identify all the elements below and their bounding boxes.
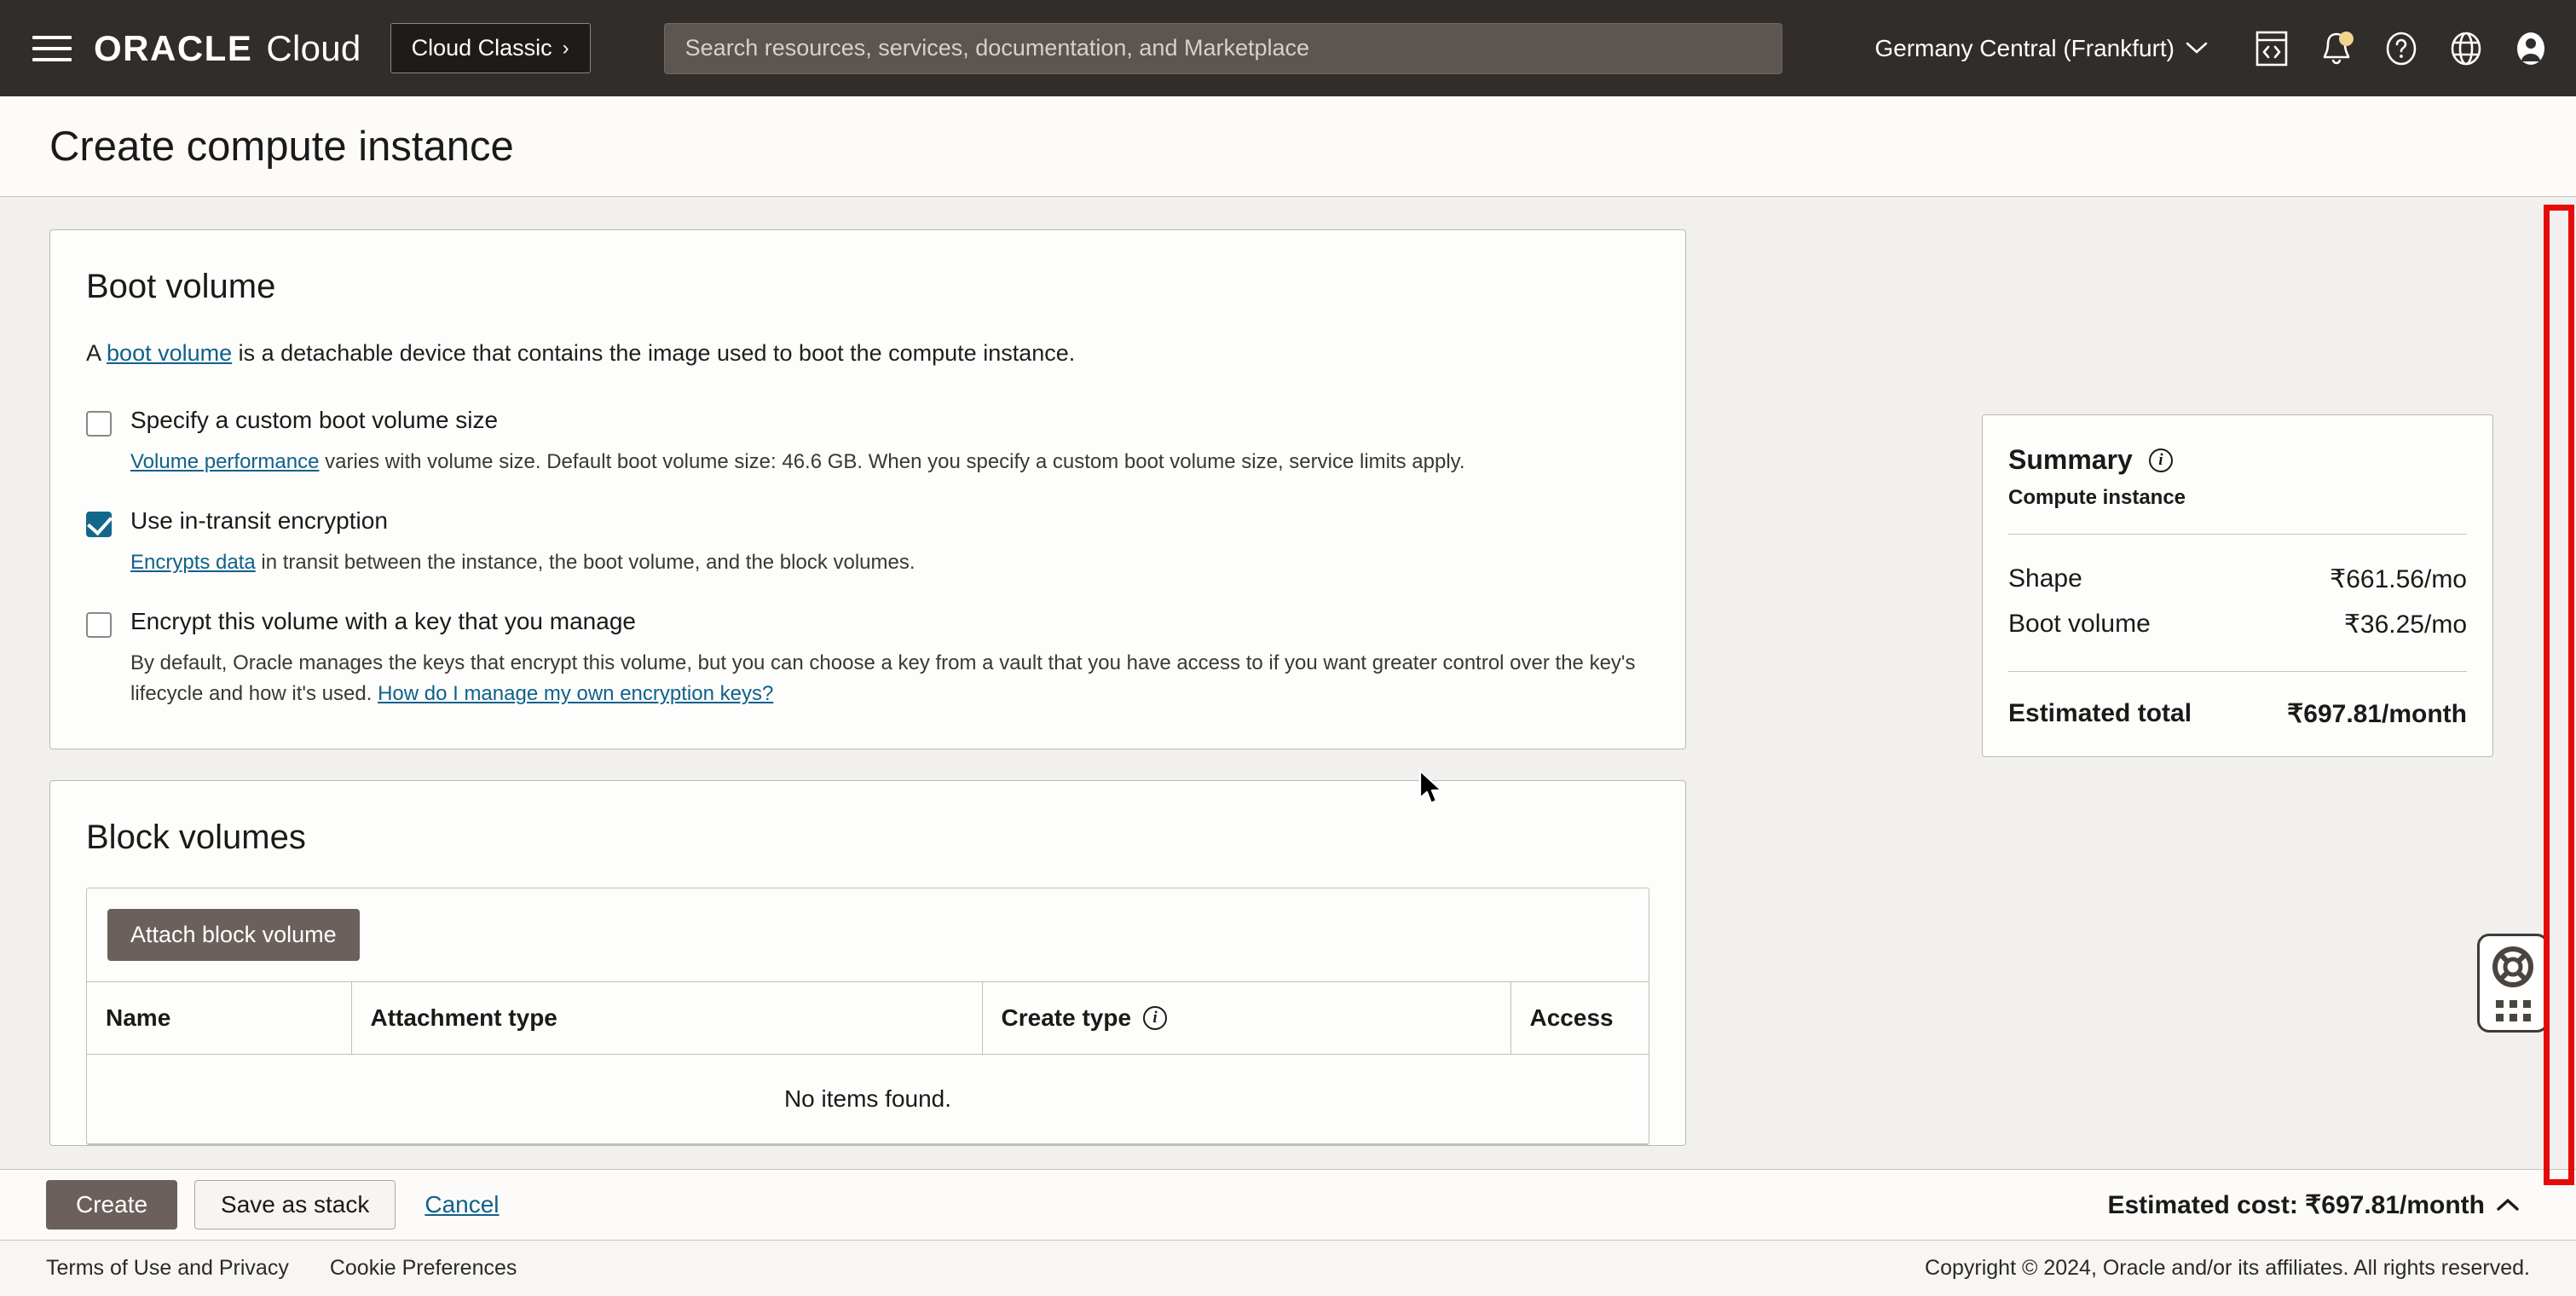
attach-block-volume-button[interactable]: Attach block volume (107, 909, 360, 961)
summary-estimated-total: Estimated total ₹697.81/month (2008, 694, 2467, 731)
customer-managed-key-help-text: By default, Oracle manages the keys that… (130, 651, 1636, 705)
encrypts-data-link[interactable]: Encrypts data (130, 551, 256, 574)
column-header-name-label: Name (106, 1004, 170, 1031)
summary-divider-bottom (2008, 671, 2467, 672)
summary-row-boot-volume: Boot volume ₹36.25/mo (2008, 602, 2467, 647)
column-header-attachment-type: Attachment type (351, 982, 982, 1055)
block-volumes-heading: Block volumes (86, 819, 1649, 857)
copyright-text: Copyright © 2024, Oracle and/or its affi… (1925, 1256, 2530, 1281)
summary-subtitle: Compute instance (2008, 486, 2467, 510)
volume-performance-link[interactable]: Volume performance (130, 450, 319, 473)
in-transit-encryption-checkbox[interactable] (86, 512, 112, 537)
cookie-preferences-link[interactable]: Cookie Preferences (330, 1256, 517, 1281)
column-header-create-type: Create type i (982, 982, 1510, 1055)
estimated-cost-label: Estimated cost: ₹697.81/month (2107, 1190, 2485, 1220)
estimated-cost-toggle[interactable]: Estimated cost: ₹697.81/month (2107, 1190, 2530, 1220)
custom-boot-volume-size-label: Specify a custom boot volume size (130, 408, 498, 434)
in-transit-encryption-row[interactable]: Use in-transit encryption (86, 508, 1649, 537)
customer-managed-key-checkbox[interactable] (86, 612, 112, 638)
header-actions: Germany Central (Frankfurt) (1845, 29, 2550, 68)
summary-row-shape-value: ₹661.56/mo (2330, 564, 2467, 594)
block-volumes-table: Name Attachment type Create type i (87, 981, 1649, 1144)
encrypts-data-help-text: in transit between the instance, the boo… (256, 551, 915, 574)
column-header-attachment-type-label: Attachment type (371, 1004, 557, 1031)
column-header-name: Name (87, 982, 351, 1055)
boot-volume-link[interactable]: boot volume (107, 340, 232, 366)
terms-of-use-link[interactable]: Terms of Use and Privacy (46, 1256, 289, 1281)
lifebuoy-icon (2492, 946, 2534, 992)
form-column: Boot volume A boot volume is a detachabl… (49, 229, 1686, 1146)
lede-suffix: is a detachable device that contains the… (232, 340, 1075, 366)
custom-boot-volume-size-checkbox[interactable] (86, 411, 112, 437)
hamburger-menu-icon[interactable] (32, 31, 72, 67)
summary-total-label: Estimated total (2008, 699, 2192, 729)
page-title-bar: Create compute instance (0, 96, 2576, 197)
summary-panel: Summary i Compute instance Shape ₹661.56… (1982, 414, 2493, 757)
summary-divider-top (2008, 534, 2467, 535)
in-transit-encryption-label: Use in-transit encryption (130, 508, 388, 535)
help-question-icon[interactable] (2382, 29, 2421, 68)
boot-volume-description: A boot volume is a detachable device tha… (86, 337, 1649, 370)
column-header-create-type-label: Create type (1002, 1004, 1132, 1032)
column-header-access: Access (1510, 982, 1649, 1055)
page-footer: Terms of Use and Privacy Cookie Preferen… (0, 1241, 2576, 1296)
table-header-row: Name Attachment type Create type i (87, 982, 1649, 1055)
boot-volume-card: Boot volume A boot volume is a detachabl… (49, 229, 1686, 749)
search-input[interactable] (664, 23, 1782, 74)
region-selector[interactable]: Germany Central (Frankfurt) (1874, 35, 2208, 62)
block-volumes-toolbar: Attach block volume (87, 888, 1649, 981)
column-header-access-label: Access (1530, 1004, 1614, 1031)
block-volumes-table-container: Attach block volume Name Attachment type (86, 888, 1649, 1145)
chevron-down-icon (2186, 38, 2208, 60)
summary-row-boot-volume-label: Boot volume (2008, 610, 2151, 639)
empty-state-cell: No items found. (87, 1055, 1649, 1144)
chevron-right-icon: › (563, 38, 569, 59)
brand-cloud-text: Cloud (266, 28, 361, 69)
code-editor-icon[interactable] (2252, 29, 2291, 68)
chevron-up-icon (2496, 1191, 2520, 1218)
cloud-classic-label: Cloud Classic (412, 35, 552, 61)
page-title: Create compute instance (49, 123, 514, 171)
boot-volume-heading: Boot volume (86, 268, 1649, 306)
info-icon[interactable]: i (1143, 1006, 1167, 1030)
manage-encryption-keys-link[interactable]: How do I manage my own encryption keys? (378, 682, 773, 705)
customer-managed-key-help: By default, Oracle manages the keys that… (130, 648, 1649, 709)
custom-boot-volume-size-row[interactable]: Specify a custom boot volume size (86, 408, 1649, 437)
oracle-cloud-logo: ORACLE Cloud (94, 28, 361, 69)
summary-title: Summary (2008, 444, 2133, 476)
help-widget[interactable] (2477, 934, 2549, 1033)
region-label: Germany Central (Frankfurt) (1874, 35, 2175, 62)
customer-managed-key-row[interactable]: Encrypt this volume with a key that you … (86, 609, 1649, 638)
custom-boot-volume-size-help: Volume performance varies with volume si… (130, 447, 1649, 477)
language-globe-icon[interactable] (2446, 29, 2486, 68)
customer-managed-key-label: Encrypt this volume with a key that you … (130, 609, 636, 635)
search-container (591, 23, 1846, 74)
block-volumes-card: Block volumes Attach block volume Name A… (49, 780, 1686, 1146)
summary-header: Summary i (2008, 444, 2467, 476)
notification-bell-icon[interactable] (2317, 29, 2356, 68)
notification-badge (2339, 32, 2354, 46)
cancel-link[interactable]: Cancel (425, 1191, 499, 1218)
lede-prefix: A (86, 340, 107, 366)
table-row: No items found. (87, 1055, 1649, 1144)
dot-grid-icon (2496, 1000, 2531, 1021)
global-header: ORACLE Cloud Cloud Classic › Germany Cen… (0, 0, 2576, 96)
volume-performance-help-text: varies with volume size. Default boot vo… (319, 450, 1464, 473)
summary-row-shape-label: Shape (2008, 564, 2082, 594)
in-transit-encryption-help: Encrypts data in transit between the ins… (130, 547, 1649, 578)
summary-row-boot-volume-value: ₹36.25/mo (2344, 610, 2467, 639)
form-action-bar: Create Save as stack Cancel Estimated co… (0, 1169, 2576, 1241)
cloud-classic-button[interactable]: Cloud Classic › (390, 23, 591, 73)
summary-row-shape: Shape ₹661.56/mo (2008, 557, 2467, 602)
summary-total-value: ₹697.81/month (2287, 699, 2467, 729)
user-avatar-icon[interactable] (2511, 29, 2550, 68)
info-icon[interactable]: i (2149, 448, 2173, 472)
brand-oracle-text: ORACLE (94, 28, 252, 69)
create-button[interactable]: Create (46, 1180, 177, 1229)
main-content-area: Boot volume A boot volume is a detachabl… (0, 197, 2576, 1169)
save-as-stack-button[interactable]: Save as stack (194, 1180, 396, 1229)
